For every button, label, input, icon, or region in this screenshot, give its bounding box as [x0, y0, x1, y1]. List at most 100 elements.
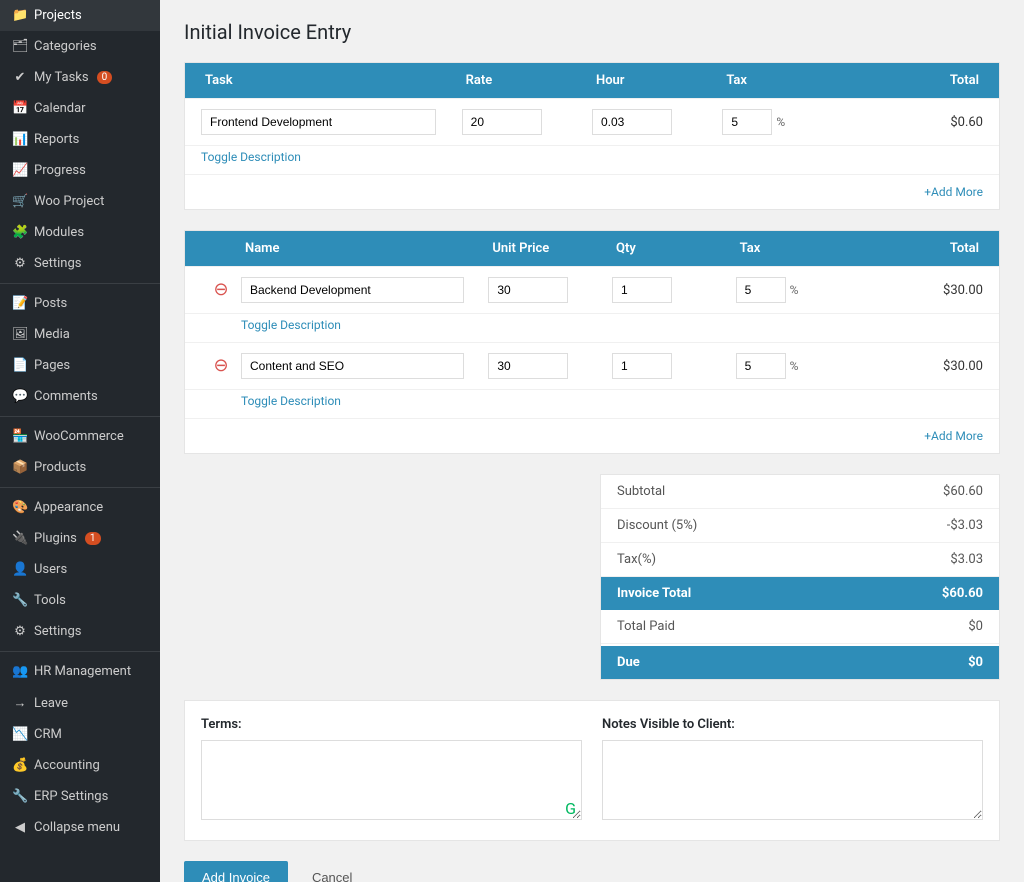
grammarly-icon: G	[565, 799, 576, 818]
discount-label: Discount (5%)	[617, 518, 697, 533]
product-qty-cell-0	[612, 277, 736, 303]
sidebar-item-categories[interactable]: 🗂 Categories	[0, 31, 160, 62]
product-qty-input-0[interactable]	[612, 277, 672, 303]
add-invoice-button[interactable]: Add Invoice	[184, 861, 288, 882]
summary-section: Subtotal $60.60 Discount (5%) -$3.03 Tax…	[184, 474, 1000, 680]
sidebar-item-users[interactable]: 👤 Users	[0, 554, 160, 585]
sidebar-label-comments: Comments	[34, 389, 98, 404]
sidebar-item-settings[interactable]: ⚙ Settings	[0, 616, 160, 647]
appearance-icon: 🎨	[12, 500, 28, 515]
task-row-0: % $0.60	[185, 98, 999, 145]
product-row-0: ⊖ % $30.00	[185, 266, 999, 313]
sidebar-item-collapse[interactable]: ◀ Collapse menu	[0, 812, 160, 843]
product-add-more-link[interactable]: +Add More	[924, 429, 983, 443]
total-paid-label: Total Paid	[617, 619, 675, 634]
sidebar-label-tools: Tools	[34, 593, 66, 608]
invoice-total-value: $60.60	[942, 586, 983, 601]
sidebar: 📁 Projects 🗂 Categories ✔ My Tasks 0 📅 C…	[0, 0, 160, 882]
due-label: Due	[617, 655, 640, 670]
comments-icon: 💬	[12, 389, 28, 404]
sidebar-item-pages[interactable]: 📄 Pages	[0, 350, 160, 381]
sidebar-item-reports[interactable]: 📊 Reports	[0, 124, 160, 155]
sidebar-label-progress: Progress	[34, 163, 86, 178]
sidebar-item-settings-woo[interactable]: ⚙ Settings	[0, 248, 160, 279]
sidebar-label-accounting: Accounting	[34, 758, 100, 773]
sidebar-item-leave[interactable]: → Leave	[0, 687, 160, 719]
leave-icon: →	[12, 695, 28, 711]
product-price-cell-0	[488, 277, 612, 303]
collapse-icon: ◀	[12, 820, 28, 835]
sidebar-label-appearance: Appearance	[34, 500, 103, 515]
terms-label: Terms:	[201, 717, 582, 732]
sidebar-item-erp-settings[interactable]: 🔧 ERP Settings	[0, 781, 160, 812]
product-qty-input-1[interactable]	[612, 353, 672, 379]
sidebar-item-crm[interactable]: 📉 CRM	[0, 719, 160, 750]
notes-container: Notes Visible to Client:	[602, 717, 983, 824]
task-col-header: Task	[201, 73, 462, 88]
notes-textarea[interactable]	[602, 740, 983, 820]
task-rate-cell-0	[462, 109, 592, 135]
terms-container: Terms: G	[201, 717, 582, 824]
cancel-button[interactable]: Cancel	[298, 861, 366, 882]
sidebar-label-plugins: Plugins	[34, 531, 77, 546]
sidebar-label-reports: Reports	[34, 132, 79, 147]
terms-notes-grid: Terms: G Notes Visible to Client:	[201, 717, 983, 824]
hr-management-icon: 👥	[12, 664, 28, 679]
remove-product-btn-0[interactable]: ⊖	[201, 281, 241, 299]
terms-notes-section: Terms: G Notes Visible to Client:	[184, 700, 1000, 841]
sidebar-item-accounting[interactable]: 💰 Accounting	[0, 750, 160, 781]
subtotal-row: Subtotal $60.60	[601, 475, 999, 509]
settings-icon: ⚙	[12, 624, 28, 639]
task-hour-input-0[interactable]	[592, 109, 672, 135]
task-name-input-0[interactable]	[201, 109, 436, 135]
remove-col-header	[201, 241, 241, 256]
sidebar-item-comments[interactable]: 💬 Comments	[0, 381, 160, 412]
product-toggle-desc-1[interactable]: Toggle Description	[241, 394, 488, 408]
sidebar-item-projects[interactable]: 📁 Projects	[0, 0, 160, 31]
sidebar-item-appearance[interactable]: 🎨 Appearance	[0, 492, 160, 523]
calendar-icon: 📅	[12, 101, 28, 116]
tax-row: Tax(%) $3.03	[601, 543, 999, 577]
task-rate-input-0[interactable]	[462, 109, 542, 135]
sidebar-item-plugins[interactable]: 🔌 Plugins 1	[0, 523, 160, 554]
task-tax-input-0[interactable]	[722, 109, 772, 135]
product-tax-input-0[interactable]	[736, 277, 786, 303]
sidebar-item-posts[interactable]: 📝 Posts	[0, 288, 160, 319]
task-table-section: Task Rate Hour Tax Total % $0.60 Toggl	[184, 62, 1000, 210]
product-tax-symbol-0: %	[790, 283, 799, 297]
woo-project-icon: 🛒	[12, 194, 28, 209]
sidebar-item-my-tasks[interactable]: ✔ My Tasks 0	[0, 62, 160, 93]
terms-textarea[interactable]	[201, 740, 582, 820]
product-price-input-1[interactable]	[488, 353, 568, 379]
product-name-input-1[interactable]	[241, 353, 464, 379]
sidebar-label-hr-management: HR Management	[34, 664, 131, 679]
task-add-more-link[interactable]: +Add More	[924, 185, 983, 199]
product-price-input-0[interactable]	[488, 277, 568, 303]
sidebar-item-woocommerce[interactable]: 🏪 WooCommerce	[0, 421, 160, 452]
sidebar-item-media[interactable]: 🖼 Media	[0, 319, 160, 350]
task-desc-row-0: Toggle Description	[185, 145, 999, 174]
product-tax-input-1[interactable]	[736, 353, 786, 379]
users-icon: 👤	[12, 562, 28, 577]
summary-table: Subtotal $60.60 Discount (5%) -$3.03 Tax…	[600, 474, 1000, 680]
due-row: Due $0	[601, 644, 999, 679]
task-toggle-desc-0[interactable]: Toggle Description	[201, 150, 462, 164]
sidebar-item-calendar[interactable]: 📅 Calendar	[0, 93, 160, 124]
product-name-input-0[interactable]	[241, 277, 464, 303]
sidebar-item-tools[interactable]: 🔧 Tools	[0, 585, 160, 616]
my-tasks-icon: ✔	[12, 70, 28, 85]
sidebar-item-woo-project[interactable]: 🛒 Woo Project	[0, 186, 160, 217]
product-toggle-desc-0[interactable]: Toggle Description	[241, 318, 488, 332]
product-total-cell-0: $30.00	[859, 283, 983, 298]
accounting-icon: 💰	[12, 758, 28, 773]
product-name-cell-0	[241, 277, 488, 303]
remove-product-btn-1[interactable]: ⊖	[201, 357, 241, 375]
sidebar-item-modules[interactable]: 🧩 Modules	[0, 217, 160, 248]
sidebar-label-leave: Leave	[34, 696, 68, 711]
tools-icon: 🔧	[12, 593, 28, 608]
settings-woo-icon: ⚙	[12, 256, 28, 271]
sidebar-item-products[interactable]: 📦 Products	[0, 452, 160, 483]
sidebar-item-progress[interactable]: 📈 Progress	[0, 155, 160, 186]
invoice-total-row: Invoice Total $60.60	[601, 577, 999, 610]
sidebar-item-hr-management[interactable]: 👥 HR Management	[0, 656, 160, 687]
